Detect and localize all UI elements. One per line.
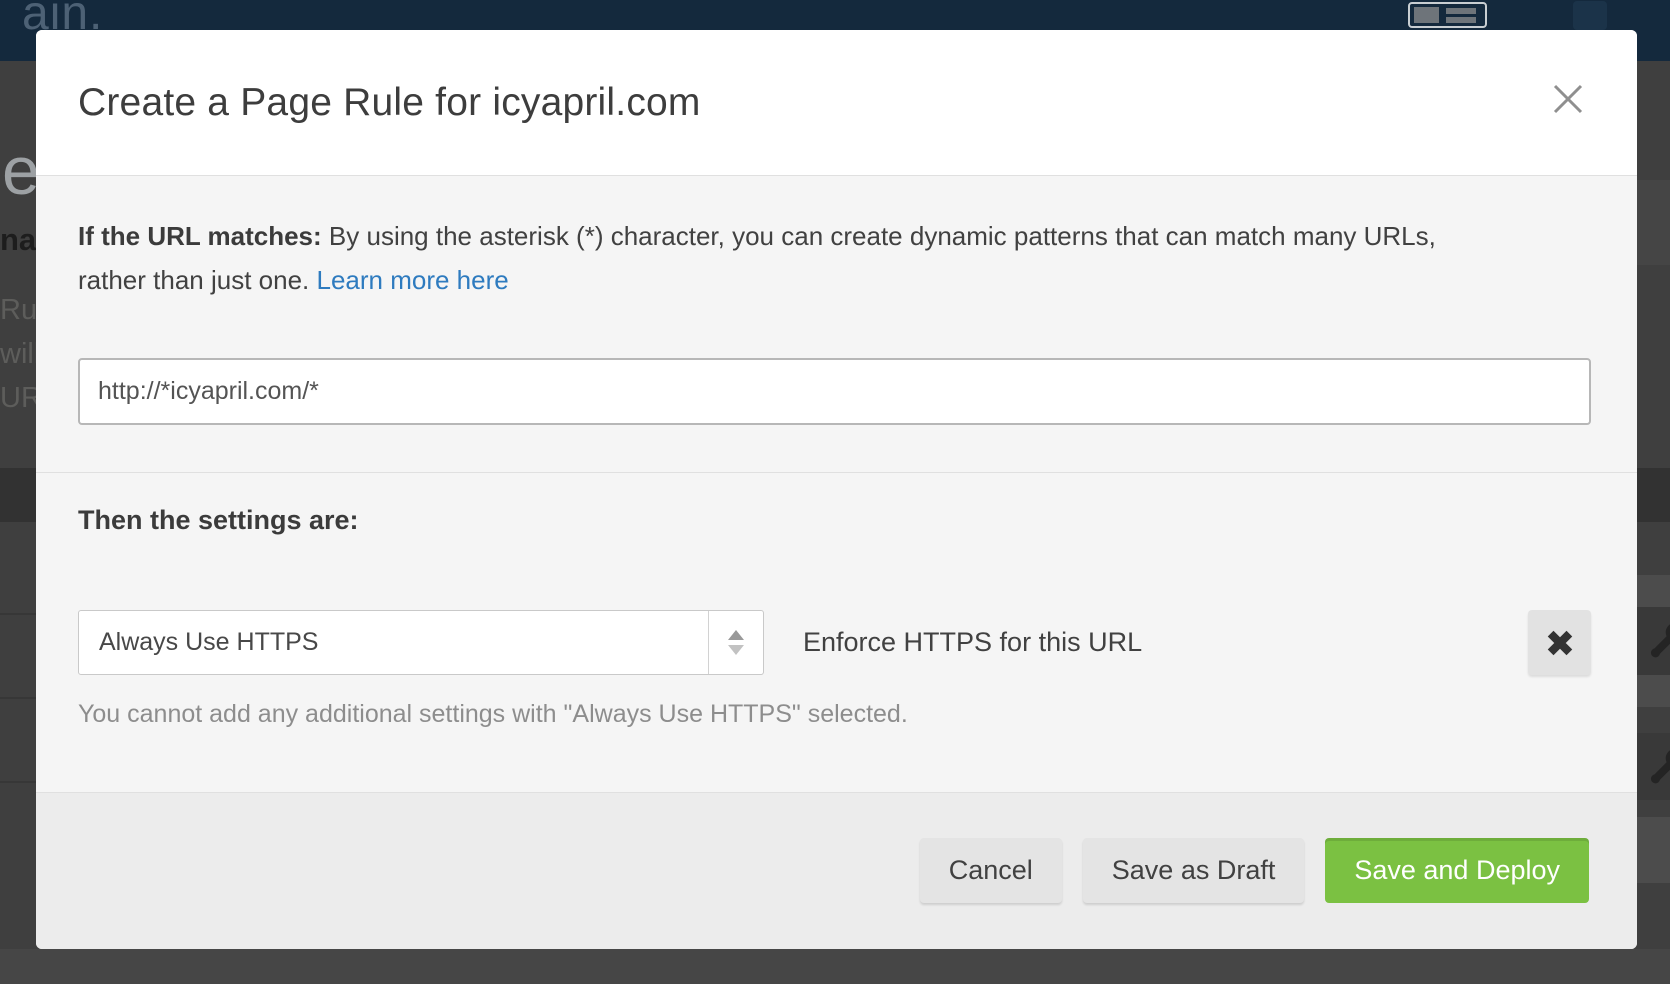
url-match-description: If the URL matches: By using the asteris… xyxy=(78,214,1463,302)
dimmed-text-fragment: Ru xyxy=(0,294,37,327)
remove-setting-button[interactable] xyxy=(1528,610,1591,675)
heavy-x-icon xyxy=(1545,628,1575,658)
wrench-icon xyxy=(1637,607,1670,675)
layout-cards-icon xyxy=(1408,2,1487,28)
dimmed-right-band xyxy=(1637,180,1670,265)
dimmed-text-fragment: e xyxy=(2,132,40,210)
learn-more-link[interactable]: Learn more here xyxy=(317,265,509,295)
setting-note: You cannot add any additional settings w… xyxy=(78,700,1591,729)
dimmed-text-fragment: will xyxy=(0,338,40,371)
close-icon[interactable] xyxy=(1549,80,1587,118)
modal-footer: Cancel Save as Draft Save and Deploy xyxy=(36,792,1637,949)
dimmed-bottom-row xyxy=(0,949,1670,984)
create-page-rule-modal: Create a Page Rule for icyapril.com If t… xyxy=(36,30,1637,949)
setting-description: Enforce HTTPS for this URL xyxy=(803,627,1142,658)
modal-body: If the URL matches: By using the asteris… xyxy=(36,214,1637,729)
cancel-button[interactable]: Cancel xyxy=(920,838,1062,903)
url-match-label: If the URL matches: xyxy=(78,221,322,251)
dimmed-right-band xyxy=(1637,817,1670,883)
setting-select-value: Always Use HTTPS xyxy=(79,628,708,657)
url-pattern-input[interactable] xyxy=(78,358,1591,425)
page: e nav Ru will UR ain. Create a Page Rule… xyxy=(0,0,1670,984)
setting-row: Always Use HTTPS Enforce HTTPS for this … xyxy=(78,610,1591,675)
chevron-down-icon xyxy=(728,645,744,655)
modal-title: Create a Page Rule for icyapril.com xyxy=(78,81,701,125)
setting-select[interactable]: Always Use HTTPS xyxy=(78,610,764,675)
section-divider xyxy=(36,472,1637,473)
wrench-icon xyxy=(1637,733,1670,800)
chevron-up-icon xyxy=(728,630,744,640)
select-stepper-icon[interactable] xyxy=(708,611,763,674)
modal-header: Create a Page Rule for icyapril.com xyxy=(36,30,1637,176)
topbar-icon xyxy=(1573,1,1607,30)
settings-heading: Then the settings are: xyxy=(78,503,1591,537)
dimmed-right-band xyxy=(1637,575,1670,607)
save-as-draft-button[interactable]: Save as Draft xyxy=(1083,838,1305,903)
dimmed-right-band xyxy=(1637,675,1670,707)
save-and-deploy-button[interactable]: Save and Deploy xyxy=(1325,838,1589,903)
